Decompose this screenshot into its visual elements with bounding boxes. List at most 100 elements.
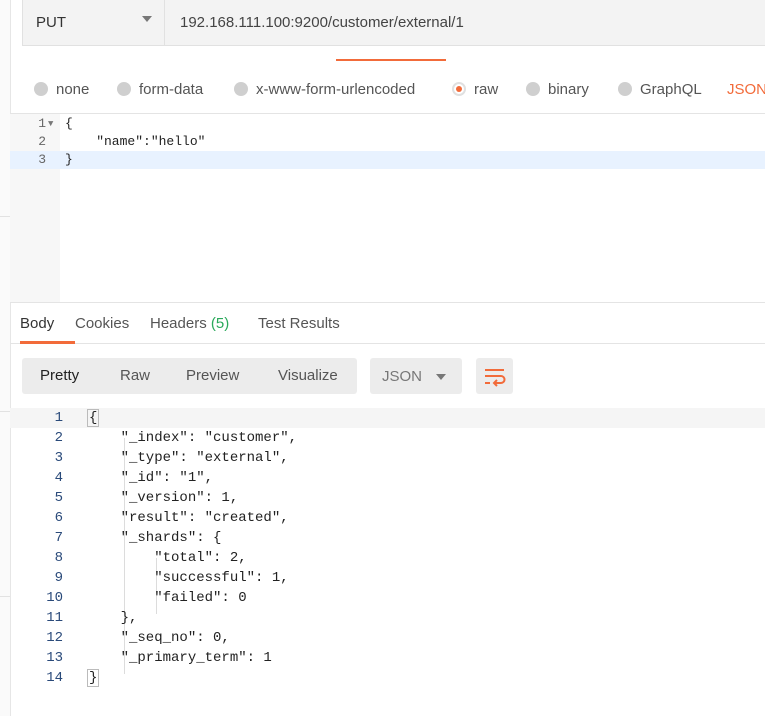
editor-line-text: {	[65, 116, 73, 131]
response-line-text: }	[87, 668, 100, 688]
headers-count-badge: (5)	[210, 315, 230, 332]
response-line-text: "_id": "1",	[87, 470, 214, 486]
response-line: 14}	[10, 668, 765, 688]
line-number: 4	[54, 470, 63, 486]
editor-line-text: }	[65, 152, 73, 167]
response-line: 3 "_type": "external",	[10, 448, 765, 468]
line-number: 7	[54, 530, 63, 546]
response-line: 9 "successful": 1,	[10, 568, 765, 588]
radio-icon[interactable]	[526, 82, 540, 96]
body-option-label: binary	[548, 80, 589, 98]
response-format-label: JSON	[382, 368, 423, 385]
radio-selected-icon[interactable]	[452, 82, 466, 96]
response-line: 7 "_shards": {	[10, 528, 765, 548]
view-preview-button[interactable]: Preview	[186, 358, 239, 394]
tab-body[interactable]: Body	[20, 315, 54, 332]
tab-active-indicator	[336, 59, 446, 61]
body-option-label: form-data	[139, 80, 204, 98]
editor-line: 1 ▼ {	[10, 115, 765, 133]
editor-line-text: "name":"hello"	[65, 134, 206, 149]
line-number: 3	[38, 152, 46, 167]
wrap-lines-icon	[485, 369, 506, 387]
view-pretty-button[interactable]: Pretty	[40, 358, 79, 394]
divider	[0, 411, 10, 412]
tab-test-results[interactable]: Test Results	[258, 315, 340, 332]
response-line: 1{	[10, 408, 765, 428]
response-line: 12 "_seq_no": 0,	[10, 628, 765, 648]
view-visualize-button[interactable]: Visualize	[278, 358, 338, 394]
response-line: 2 "_index": "customer",	[10, 428, 765, 448]
line-number: 2	[38, 134, 46, 149]
response-line: 10 "failed": 0	[10, 588, 765, 608]
tab-cookies[interactable]: Cookies	[75, 315, 129, 332]
body-option-raw[interactable]: raw	[452, 74, 498, 104]
response-line-text: "_shards": {	[87, 530, 222, 546]
response-line-text: "successful": 1,	[87, 570, 289, 586]
line-number: 1	[38, 116, 46, 131]
response-line: 6 "result": "created",	[10, 508, 765, 528]
line-number: 5	[54, 490, 63, 506]
radio-icon[interactable]	[117, 82, 131, 96]
line-number: 6	[54, 510, 63, 526]
editor-line: 2 "name":"hello"	[10, 133, 765, 151]
body-option-graphql[interactable]: GraphQL	[618, 74, 702, 104]
line-number: 2	[54, 430, 63, 446]
response-format-select[interactable]: JSON	[370, 358, 462, 394]
method-select[interactable]: PUT	[23, 0, 165, 46]
method-label: PUT	[36, 14, 66, 31]
radio-icon[interactable]	[618, 82, 632, 96]
response-line-text: },	[87, 610, 138, 626]
response-line: 5 "_version": 1,	[10, 488, 765, 508]
line-number: 12	[46, 630, 63, 646]
body-type-options: none form-data x-www-form-urlencoded raw…	[22, 74, 765, 104]
response-line: 8 "total": 2,	[10, 548, 765, 568]
response-tabs: Body Cookies Headers (5) Test Results	[10, 303, 765, 344]
radio-icon[interactable]	[234, 82, 248, 96]
response-line-text: "result": "created",	[87, 510, 289, 526]
tab-headers-label: Headers	[150, 315, 207, 332]
wrap-lines-button[interactable]	[476, 358, 513, 394]
body-option-label: none	[56, 80, 90, 98]
line-number: 8	[54, 550, 63, 566]
request-bar: PUT 192.168.111.100:9200/customer/extern…	[22, 0, 765, 46]
response-line-text: "_primary_term": 1	[87, 650, 272, 666]
response-line: 11 },	[10, 608, 765, 628]
response-line: 13 "_primary_term": 1	[10, 648, 765, 668]
response-body-viewer[interactable]: 1{2 "_index": "customer", 3 "_type": "ext…	[10, 408, 765, 698]
chevron-down-icon	[142, 16, 152, 22]
body-option-label: x-www-form-urlencoded	[256, 80, 416, 98]
line-number: 13	[46, 650, 63, 666]
line-number: 3	[54, 450, 63, 466]
response-line-text: {	[87, 408, 100, 428]
line-number: 1	[54, 410, 63, 426]
url-input[interactable]: 192.168.111.100:9200/customer/external/1	[180, 14, 464, 31]
body-option-urlencoded[interactable]: x-www-form-urlencoded	[234, 74, 415, 104]
matching-bracket: {	[87, 409, 100, 427]
request-body-editor[interactable]: 1 ▼ { 2 "name":"hello" 3 }	[10, 113, 765, 303]
line-number: 10	[46, 590, 63, 606]
fold-caret-icon[interactable]: ▼	[48, 115, 53, 133]
line-number: 11	[46, 610, 63, 626]
divider	[0, 216, 10, 217]
body-option-form-data[interactable]: form-data	[117, 74, 203, 104]
response-line-text: "_version": 1,	[87, 490, 239, 506]
response-line-text: "_index": "customer",	[87, 430, 298, 446]
response-line-text: "failed": 0	[87, 590, 247, 606]
body-option-label: GraphQL	[640, 80, 702, 98]
body-option-binary[interactable]: binary	[526, 74, 589, 104]
body-option-none[interactable]: none	[34, 74, 89, 104]
line-number: 9	[54, 570, 63, 586]
divider	[0, 596, 10, 597]
response-line: 4 "_id": "1",	[10, 468, 765, 488]
body-option-label: raw	[474, 80, 499, 98]
editor-line-active: 3 }	[10, 151, 765, 169]
tab-headers[interactable]: Headers (5)	[150, 315, 229, 332]
radio-icon[interactable]	[34, 82, 48, 96]
response-line-text: "_seq_no": 0,	[87, 630, 230, 646]
response-line-text: "_type": "external",	[87, 450, 289, 466]
view-raw-button[interactable]: Raw	[120, 358, 150, 394]
matching-bracket: }	[87, 669, 100, 687]
body-format-select[interactable]: JSON	[727, 74, 765, 104]
line-number: 14	[46, 670, 63, 686]
response-line-text: "total": 2,	[87, 550, 247, 566]
